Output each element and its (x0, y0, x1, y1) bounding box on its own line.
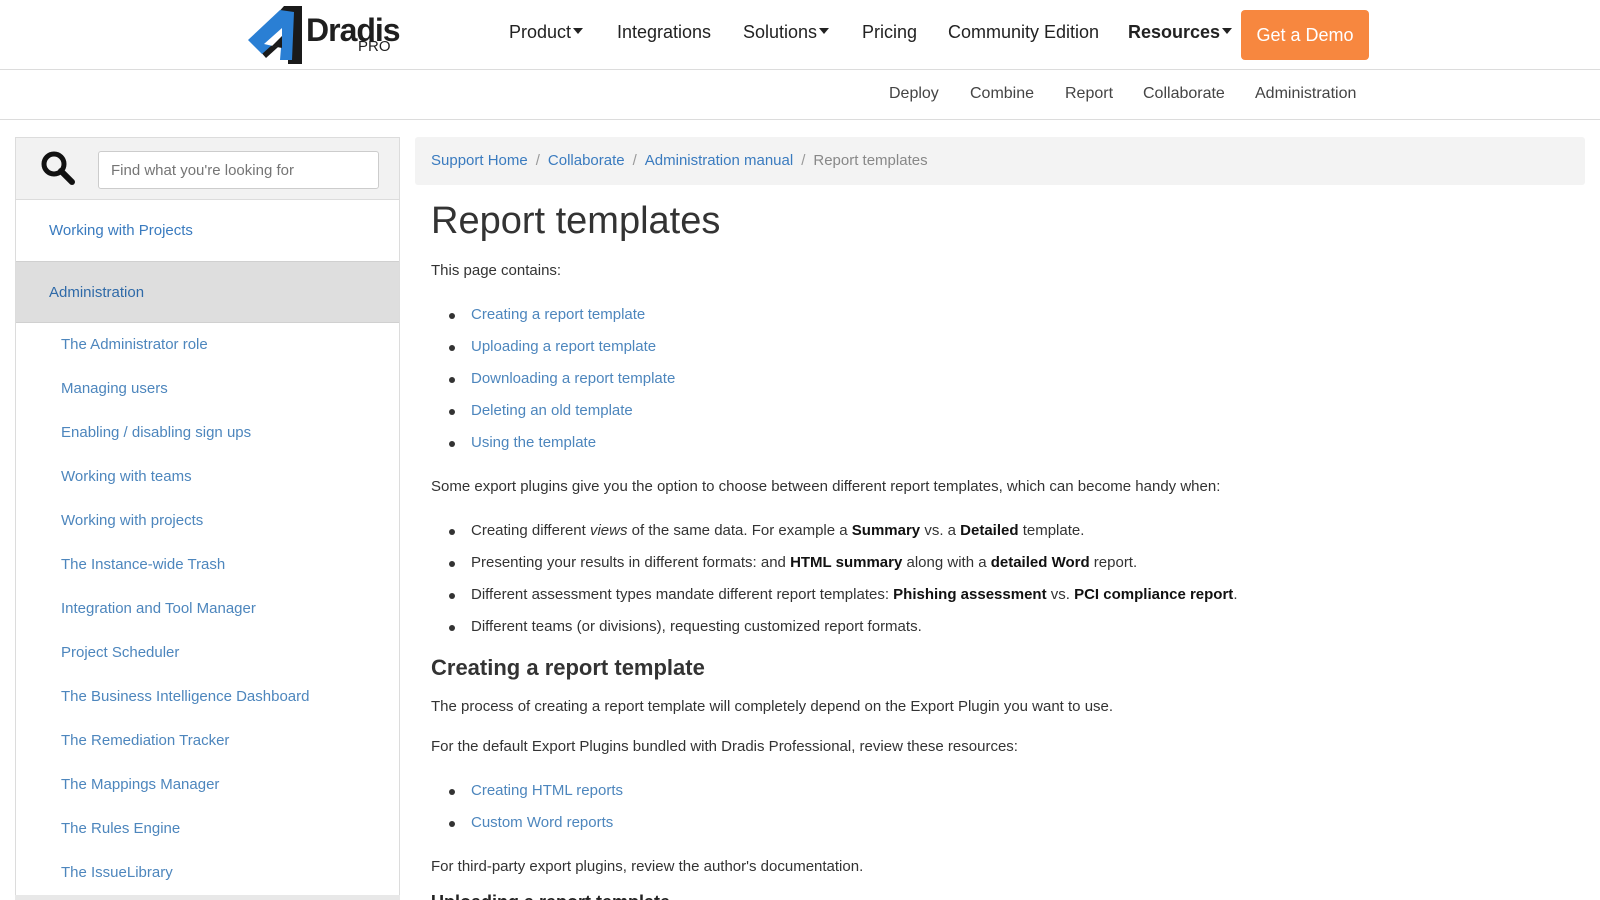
breadcrumb-separator: / (632, 152, 637, 169)
nav-community-edition[interactable]: Community Edition (948, 22, 1099, 43)
subnav-report[interactable]: Report (1065, 85, 1113, 103)
dradis-logo-icon (248, 6, 302, 64)
subnav-administration[interactable]: Administration (1255, 85, 1356, 103)
list-item: Creating different views of the same dat… (448, 522, 1085, 539)
sidebar-subitem[interactable]: The Administrator role (61, 336, 208, 353)
breadcrumb-separator: / (801, 152, 806, 169)
sidebar-subitem[interactable]: The Rules Engine (61, 820, 180, 837)
breadcrumb-support-home[interactable]: Support Home (431, 152, 528, 169)
sidebar-subitem[interactable]: Enabling / disabling sign ups (61, 424, 251, 441)
sidebar-scroll-edge (15, 895, 400, 900)
nav-product[interactable]: Product (509, 22, 584, 43)
sidebar-subitem[interactable]: Integration and Tool Manager (61, 600, 256, 617)
page-title: Report templates (431, 200, 721, 242)
caret-down-icon (1222, 28, 1233, 34)
sidebar-item-working-with-projects[interactable]: Working with Projects (16, 200, 399, 262)
get-a-demo-button[interactable]: Get a Demo (1241, 10, 1369, 60)
breadcrumb-current: Report templates (813, 152, 928, 169)
breadcrumb-collaborate[interactable]: Collaborate (548, 152, 625, 169)
section-subnav: Deploy Combine Report Collaborate Admini… (0, 70, 1600, 120)
dradis-logo[interactable]: Dradis PRO (244, 2, 401, 68)
toc-link[interactable]: Uploading a report template (448, 338, 656, 355)
logo-edition: PRO (358, 38, 391, 55)
nav-integrations[interactable]: Integrations (617, 22, 711, 43)
top-navbar: Dradis PRO Product Integrations Solution… (0, 0, 1600, 70)
sidebar-subitem[interactable]: Managing users (61, 380, 168, 397)
subnav-deploy[interactable]: Deploy (889, 85, 939, 103)
subnav-combine[interactable]: Combine (970, 85, 1034, 103)
sidebar-subitem[interactable]: Project Scheduler (61, 644, 179, 661)
caret-down-icon (573, 28, 584, 34)
resource-link[interactable]: Creating HTML reports (449, 782, 623, 799)
search-input[interactable] (98, 151, 379, 189)
caret-down-icon (819, 28, 830, 34)
breadcrumb: Support Home / Collaborate / Administration … (415, 137, 1585, 185)
search-icon[interactable] (40, 150, 76, 186)
nav-pricing[interactable]: Pricing (862, 22, 917, 43)
toc-link[interactable]: Creating a report template (448, 306, 645, 323)
paragraph: Some export plugins give you the option … (431, 478, 1221, 495)
toc-link[interactable]: Using the template (448, 434, 596, 451)
sidebar-subitem[interactable]: The Mappings Manager (61, 776, 219, 793)
paragraph: For third-party export plugins, review t… (431, 858, 864, 875)
toc-link[interactable]: Deleting an old template (449, 402, 633, 419)
sidebar-subitem[interactable]: The Instance-wide Trash (61, 556, 225, 573)
sidebar-search (16, 138, 399, 200)
breadcrumb-separator: / (535, 152, 540, 169)
breadcrumb-administration-manual[interactable]: Administration manual (645, 152, 793, 169)
sidebar-subitem[interactable]: The Business Intelligence Dashboard (61, 688, 309, 705)
docs-sidebar: Working with Projects Administration The… (15, 137, 400, 900)
resource-link[interactable]: Custom Word reports (448, 814, 613, 831)
sidebar-subitem[interactable]: The IssueLibrary (61, 864, 173, 881)
subnav-collaborate[interactable]: Collaborate (1143, 85, 1225, 103)
sidebar-subitem[interactable]: Working with projects (61, 512, 203, 529)
sidebar-item-administration[interactable]: Administration (16, 261, 399, 323)
paragraph: For the default Export Plugins bundled w… (431, 738, 1018, 755)
paragraph: The process of creating a report templat… (431, 698, 1114, 715)
nav-solutions[interactable]: Solutions (743, 22, 830, 43)
nav-resources[interactable]: Resources (1128, 22, 1233, 43)
toc-link[interactable]: Downloading a report template (448, 370, 675, 387)
sidebar-subitem[interactable]: Working with teams (61, 468, 192, 485)
section-heading: Uploading a report template (431, 892, 670, 900)
section-heading: Creating a report template (431, 655, 705, 680)
sidebar-subitem[interactable]: The Remediation Tracker (61, 732, 229, 749)
list-item: Different teams (or divisions), requesti… (449, 618, 922, 635)
list-item: Presenting your results in different for… (448, 554, 1138, 571)
intro-text: This page contains: (431, 262, 562, 279)
list-item: Different assessment types mandate diffe… (448, 586, 1238, 603)
